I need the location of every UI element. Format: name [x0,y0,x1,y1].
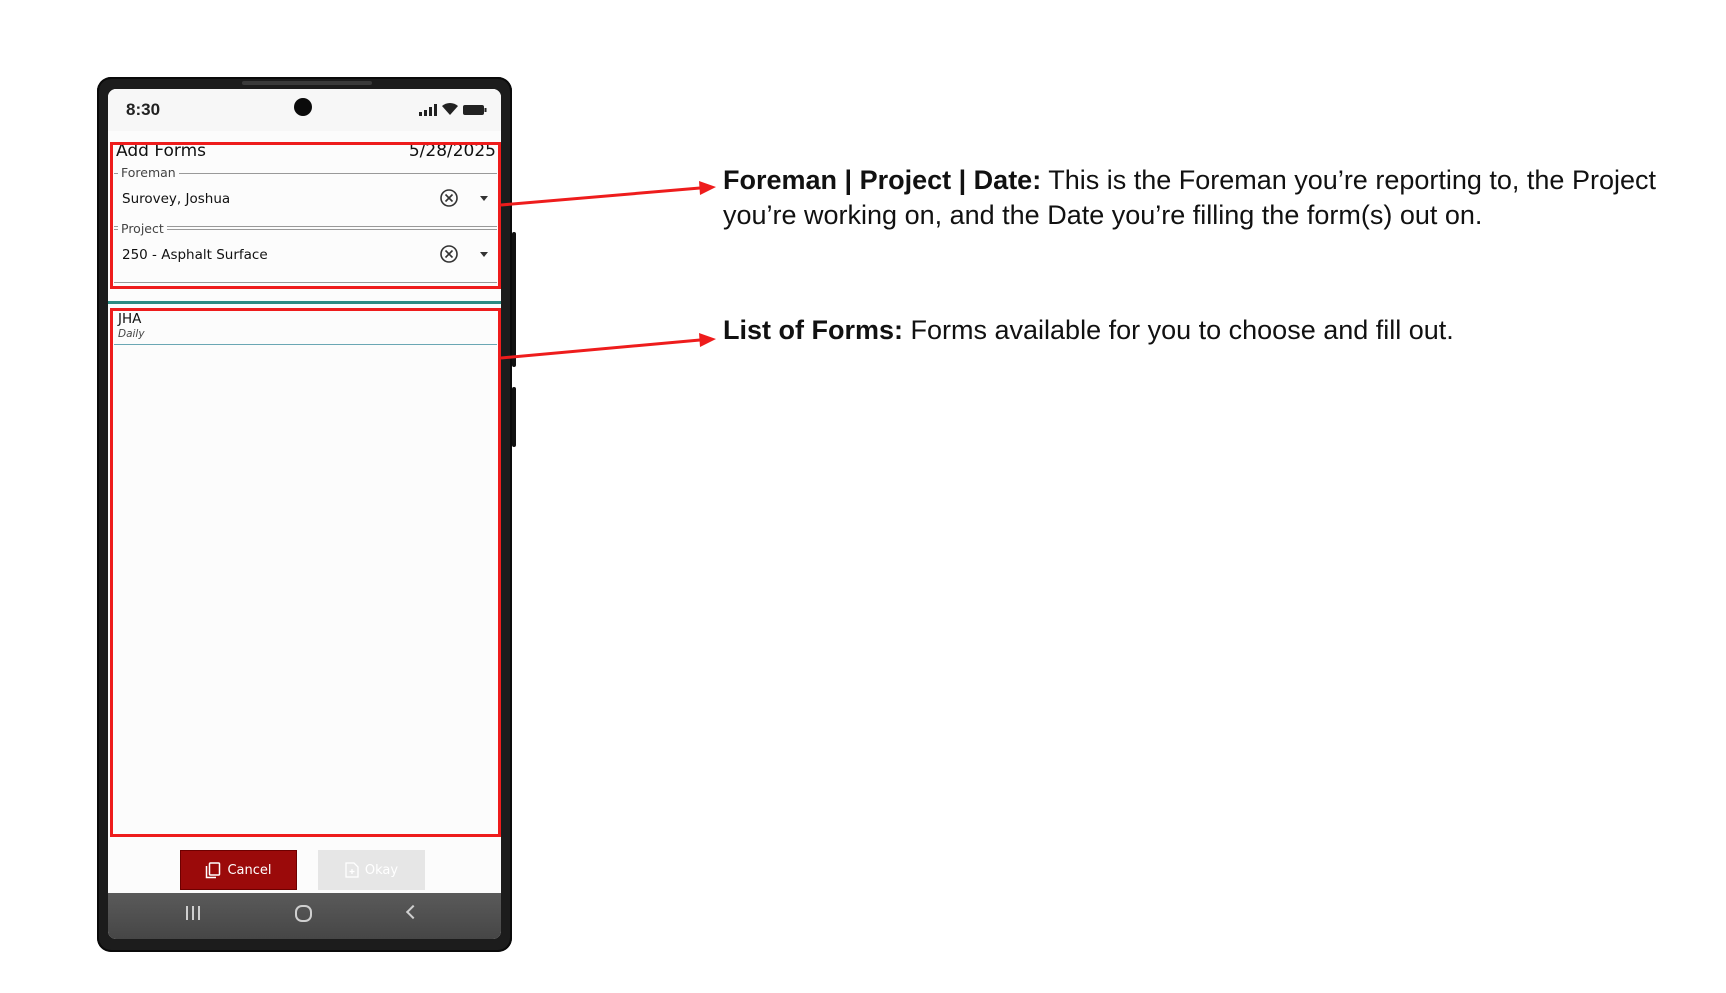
cancel-button[interactable]: Cancel [180,850,297,890]
annotation-list-body: Forms available for you to choose and fi… [910,315,1454,345]
okay-button[interactable]: Okay [318,850,425,890]
home-icon[interactable] [295,905,312,922]
annotation-header-text: Foreman | Project | Date: This is the Fo… [723,163,1683,233]
android-nav-bar [108,893,501,939]
phone-power-button [512,387,516,447]
wifi-icon [441,102,459,116]
annotation-box-header [110,142,501,289]
back-icon[interactable] [405,904,421,920]
phone-earpiece [242,81,372,85]
annotation-list-text: List of Forms: Forms available for you t… [723,313,1683,348]
front-camera [294,98,312,116]
okay-button-label: Okay [364,862,399,878]
section-divider [108,301,501,304]
annotation-box-list [110,308,501,837]
document-add-icon [345,862,359,878]
annotation-list-heading: List of Forms: [723,315,903,345]
phone-volume-button [512,232,516,367]
recents-icon[interactable] [186,906,200,920]
status-bar: 8:30 [108,89,501,131]
signal-icon [419,104,437,116]
status-time: 8:30 [126,100,161,119]
annotation-header-heading: Foreman | Project | Date: [723,165,1042,195]
arrow-header [500,181,716,207]
arrow-list [500,333,716,360]
status-icons [419,102,487,116]
cancel-button-label: Cancel [227,862,272,878]
battery-icon [463,104,487,116]
copy-icon [205,861,221,879]
